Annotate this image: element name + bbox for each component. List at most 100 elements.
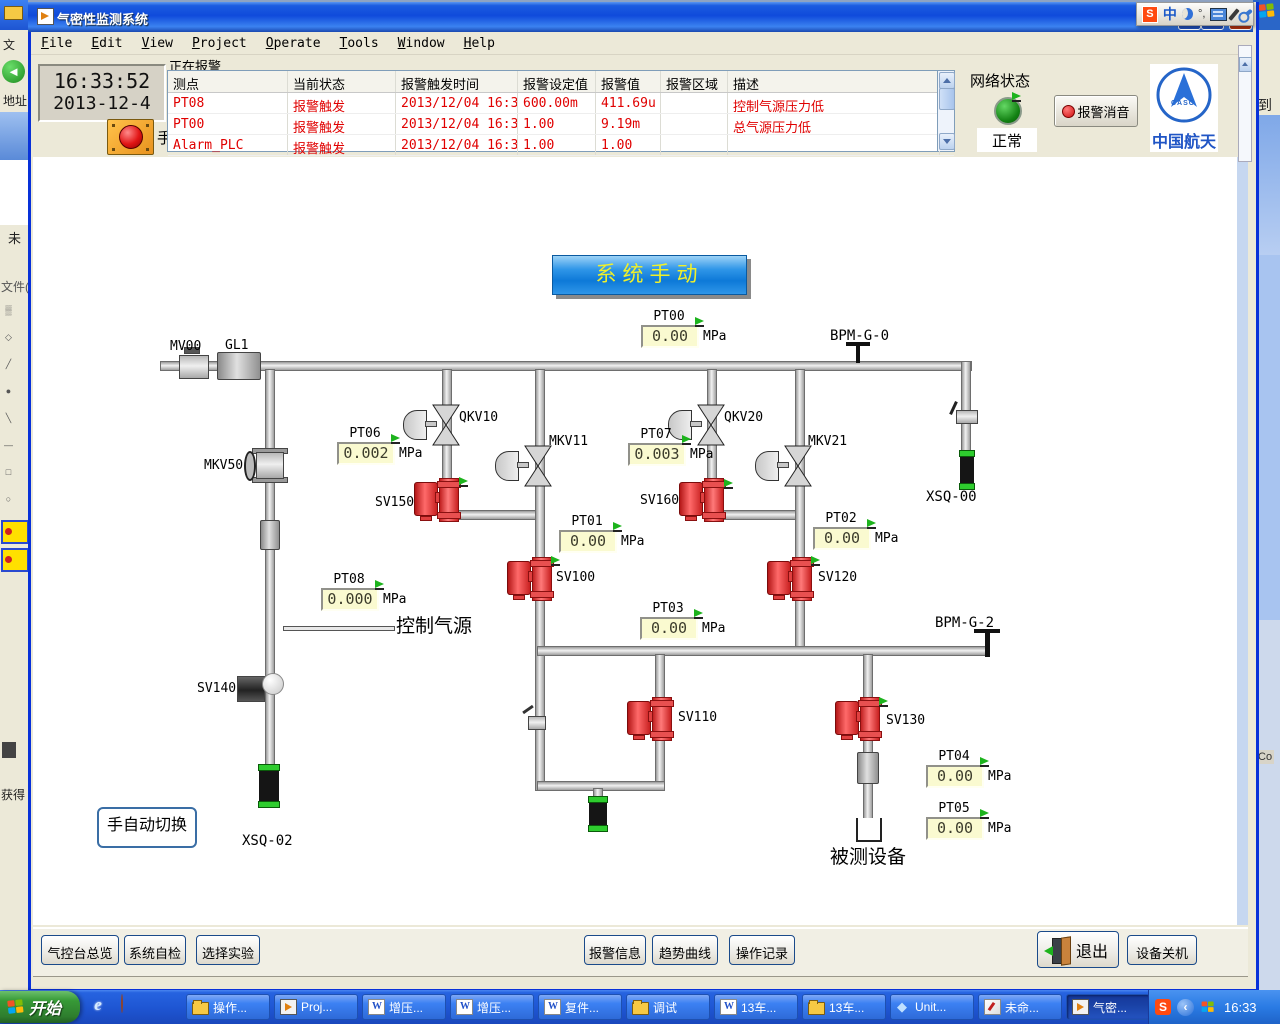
- solenoid-sv140[interactable]: [237, 676, 265, 702]
- flag-icon: [867, 519, 879, 531]
- tray-icon[interactable]: ‹: [1177, 999, 1194, 1016]
- ellipse-tool-icon[interactable]: ○: [3, 494, 14, 505]
- scroll-up-icon[interactable]: [1239, 57, 1252, 72]
- alarm-header-cell[interactable]: 测点: [168, 71, 288, 92]
- chinese-input-icon[interactable]: 中: [1163, 4, 1177, 24]
- alarm-mute-button[interactable]: 报警消音: [1054, 95, 1138, 127]
- alarm-row[interactable]: PT00报警触发2013/12/04 16:33:291.009.19m总气源压…: [168, 114, 954, 135]
- alarm-row[interactable]: Alarm_PLC报警触发2013/12/04 16:33:291.001.00: [168, 135, 954, 156]
- punctuation-icon[interactable]: °,: [1198, 8, 1205, 20]
- menu-operate[interactable]: Operate: [266, 36, 321, 51]
- taskbar-item[interactable]: 操作...: [186, 994, 270, 1020]
- taskbar-item[interactable]: 气密...: [1066, 994, 1150, 1020]
- pencil-tool-icon[interactable]: ●: [3, 386, 14, 397]
- taskbar-item[interactable]: Proj...: [274, 994, 358, 1020]
- valve-xsq00[interactable]: [956, 410, 978, 424]
- ie-quicklaunch-icon[interactable]: e: [88, 995, 108, 1017]
- go-button-fragment[interactable]: 到: [1258, 95, 1272, 115]
- rect-tool-icon[interactable]: □: [3, 467, 14, 478]
- select-experiment-button[interactable]: 选择实验: [196, 935, 260, 965]
- dropper-tool-icon[interactable]: ╱: [3, 359, 14, 370]
- scroll-down-icon[interactable]: [939, 133, 955, 150]
- sogou-icon[interactable]: S: [1142, 6, 1158, 23]
- menu-tools[interactable]: Tools: [340, 36, 379, 51]
- taskbar-item[interactable]: 13车...: [802, 994, 886, 1020]
- alarm-cell: [661, 114, 728, 134]
- pt-label: PT04: [926, 749, 982, 764]
- word-icon: [544, 999, 561, 1015]
- alarm-table-scrollbar[interactable]: [937, 71, 954, 151]
- alarm-header-cell[interactable]: 描述: [728, 71, 940, 92]
- scrollbar-thumb[interactable]: [939, 88, 955, 110]
- pt04-display: PT04 0.00 MPa: [926, 749, 1036, 789]
- taskbar-item[interactable]: Unit...: [890, 994, 974, 1020]
- pt-label: PT06: [337, 426, 393, 441]
- alarm-table-body: PT08报警触发2013/12/04 16:33:29600.00m411.69…: [168, 93, 954, 156]
- alarm-info-button[interactable]: 报警信息: [584, 935, 646, 965]
- manual-auto-switch-button[interactable]: 手自动切换: [97, 807, 197, 848]
- back-arrow-icon[interactable]: ◄: [2, 60, 25, 83]
- system-mode-banner[interactable]: 系统手动: [552, 255, 747, 295]
- valve-mkv11[interactable]: [524, 445, 552, 487]
- taskbar-item-label: 操作...: [213, 999, 247, 1016]
- alarm-cell: 9.19m: [596, 114, 661, 134]
- solenoid-leg: [773, 595, 785, 600]
- valve-mkv50[interactable]: [256, 452, 284, 479]
- eraser-tool-icon[interactable]: ◇: [3, 332, 14, 343]
- scroll-up-icon[interactable]: [939, 72, 955, 89]
- solenoid-flange: [439, 478, 459, 522]
- alarm-header-cell[interactable]: 报警设定值: [518, 71, 596, 92]
- menu-bar: File Edit View Project Operate Tools Window Hel…: [31, 32, 1250, 55]
- alarm-header-cell[interactable]: 报警触发时间: [396, 71, 518, 92]
- alarm-cell: PT00: [168, 114, 288, 134]
- title-bar[interactable]: [28, 2, 1253, 32]
- flag-icon: [811, 556, 823, 568]
- line-tool-icon[interactable]: —: [3, 440, 14, 451]
- filter-gl1[interactable]: [217, 352, 261, 380]
- valve-mkv21[interactable]: [784, 445, 812, 487]
- spray-tool-icon[interactable]: ╲: [3, 413, 14, 424]
- overview-button[interactable]: 气控台总览: [41, 935, 119, 965]
- alarm-header-cell[interactable]: 报警区域: [661, 71, 728, 92]
- menu-project[interactable]: Project: [192, 36, 247, 51]
- pt03-display: PT03 0.00 MPa: [640, 601, 750, 641]
- exit-button[interactable]: 退出: [1037, 931, 1119, 968]
- alarm-header-cell[interactable]: 当前状态: [288, 71, 396, 92]
- windows-update-icon[interactable]: [1202, 1001, 1215, 1013]
- self-check-button[interactable]: 系统自检: [124, 935, 186, 965]
- pt-unit: MPa: [875, 531, 898, 546]
- alarm-cell: 1.00: [596, 135, 661, 155]
- shutdown-button[interactable]: 设备关机: [1127, 935, 1197, 965]
- menu-help[interactable]: Help: [464, 36, 495, 51]
- select-tool-icon[interactable]: ▒: [3, 305, 14, 316]
- quicklaunch-icon[interactable]: [112, 995, 132, 1017]
- color-swatch-icon[interactable]: [1, 548, 29, 572]
- alarm-header-cell[interactable]: 报警值: [596, 71, 661, 92]
- taskbar-item[interactable]: 未命...: [978, 994, 1062, 1020]
- pt-unit: MPa: [399, 446, 422, 461]
- emergency-stop-button[interactable]: [107, 119, 154, 155]
- menu-window[interactable]: Window: [398, 36, 445, 51]
- color-swatch-icon[interactable]: [1, 520, 29, 544]
- alarm-row[interactable]: PT08报警触发2013/12/04 16:33:29600.00m411.69…: [168, 93, 954, 114]
- muffler: [589, 798, 607, 830]
- taskbar-item[interactable]: 增压...: [362, 994, 446, 1020]
- soft-keyboard-icon[interactable]: [1210, 8, 1227, 21]
- menu-edit[interactable]: Edit: [91, 36, 122, 51]
- taskbar-item[interactable]: 13车...: [714, 994, 798, 1020]
- trend-curve-button[interactable]: 趋势曲线: [652, 935, 718, 965]
- taskbar-item[interactable]: 增压...: [450, 994, 534, 1020]
- sogou-tray-icon[interactable]: S: [1155, 999, 1171, 1015]
- moon-icon[interactable]: [1182, 8, 1193, 20]
- valve-mv00[interactable]: [179, 355, 209, 379]
- start-button[interactable]: 开始: [0, 991, 80, 1023]
- operation-log-button[interactable]: 操作记录: [729, 935, 795, 965]
- taskbar-item[interactable]: 复件...: [538, 994, 622, 1020]
- taskbar-item[interactable]: 调试: [626, 994, 710, 1020]
- wrench-icon[interactable]: [1241, 9, 1253, 20]
- exit-door-icon: [1044, 937, 1070, 963]
- menu-view[interactable]: View: [142, 36, 173, 51]
- menu-file[interactable]: File: [41, 36, 72, 51]
- small-valve[interactable]: [528, 716, 546, 730]
- pt-unit: MPa: [702, 621, 725, 636]
